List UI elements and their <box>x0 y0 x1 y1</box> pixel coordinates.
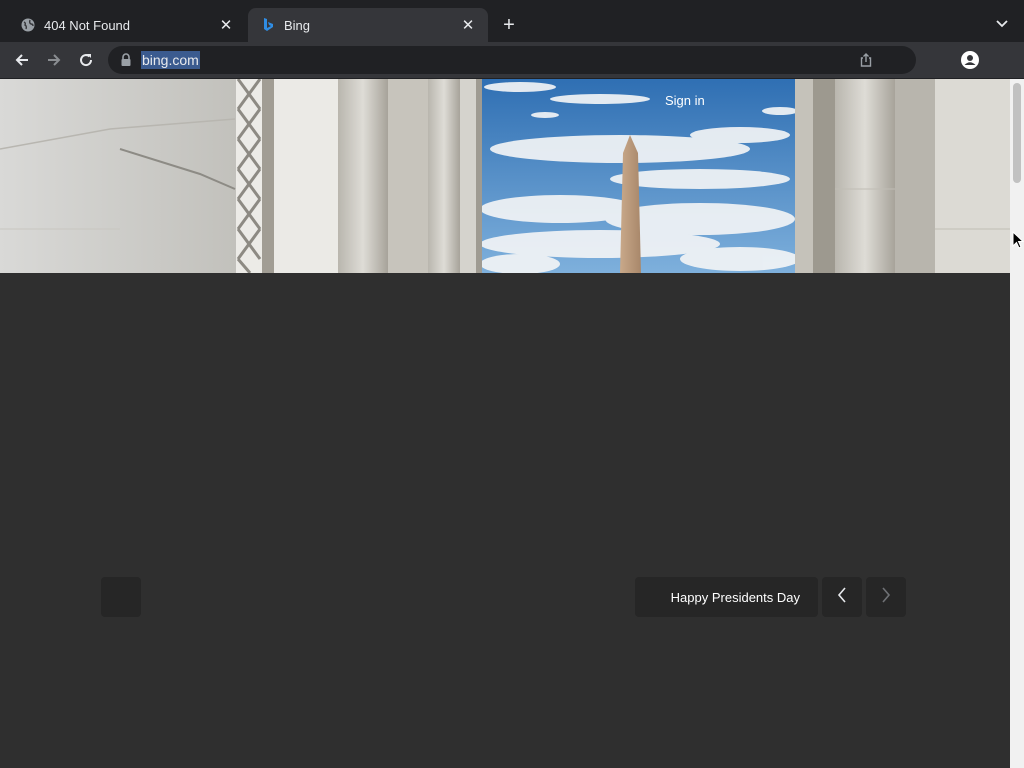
chevron-right-icon <box>881 586 891 608</box>
hero-background-image: Sign in <box>0 79 1010 273</box>
image-caption-button[interactable]: Happy Presidents Day <box>635 577 818 617</box>
tab-strip: 404 Not Found ✕ Bing ✕ + <box>0 0 1024 42</box>
close-tab-icon[interactable]: ✕ <box>218 17 234 34</box>
previous-image-button[interactable] <box>822 577 862 617</box>
new-tab-button[interactable]: + <box>498 14 520 36</box>
page-viewport: Sign in Happy Presidents Day <box>0 79 1010 768</box>
tab-title: Bing <box>284 17 311 33</box>
scrollbar-thumb[interactable] <box>1013 83 1021 183</box>
tab-bing[interactable]: Bing ✕ <box>248 8 488 42</box>
url-text[interactable]: bing.com <box>141 51 200 69</box>
profile-avatar-icon[interactable] <box>958 48 982 72</box>
browser-toolbar: bing.com <box>0 42 1024 79</box>
sign-in-link[interactable]: Sign in <box>665 93 705 108</box>
page-scrollbar[interactable] <box>1010 79 1024 768</box>
chevron-left-icon <box>837 586 847 608</box>
reload-icon[interactable] <box>74 48 98 72</box>
tab-title: 404 Not Found <box>44 17 131 33</box>
bing-logo-icon <box>260 17 276 33</box>
image-info-button[interactable] <box>101 577 141 617</box>
share-icon[interactable] <box>858 52 874 68</box>
mouse-cursor-icon <box>1012 230 1024 249</box>
address-bar[interactable]: bing.com <box>108 46 916 74</box>
close-tab-icon[interactable]: ✕ <box>460 17 476 34</box>
next-image-button[interactable] <box>866 577 906 617</box>
back-arrow-icon[interactable] <box>10 48 34 72</box>
tab-404-not-found[interactable]: 404 Not Found ✕ <box>0 8 246 42</box>
lock-icon[interactable] <box>120 53 132 67</box>
globe-icon <box>20 17 36 33</box>
tab-search-chevron-icon[interactable] <box>992 14 1012 34</box>
forward-arrow-icon[interactable] <box>42 48 66 72</box>
